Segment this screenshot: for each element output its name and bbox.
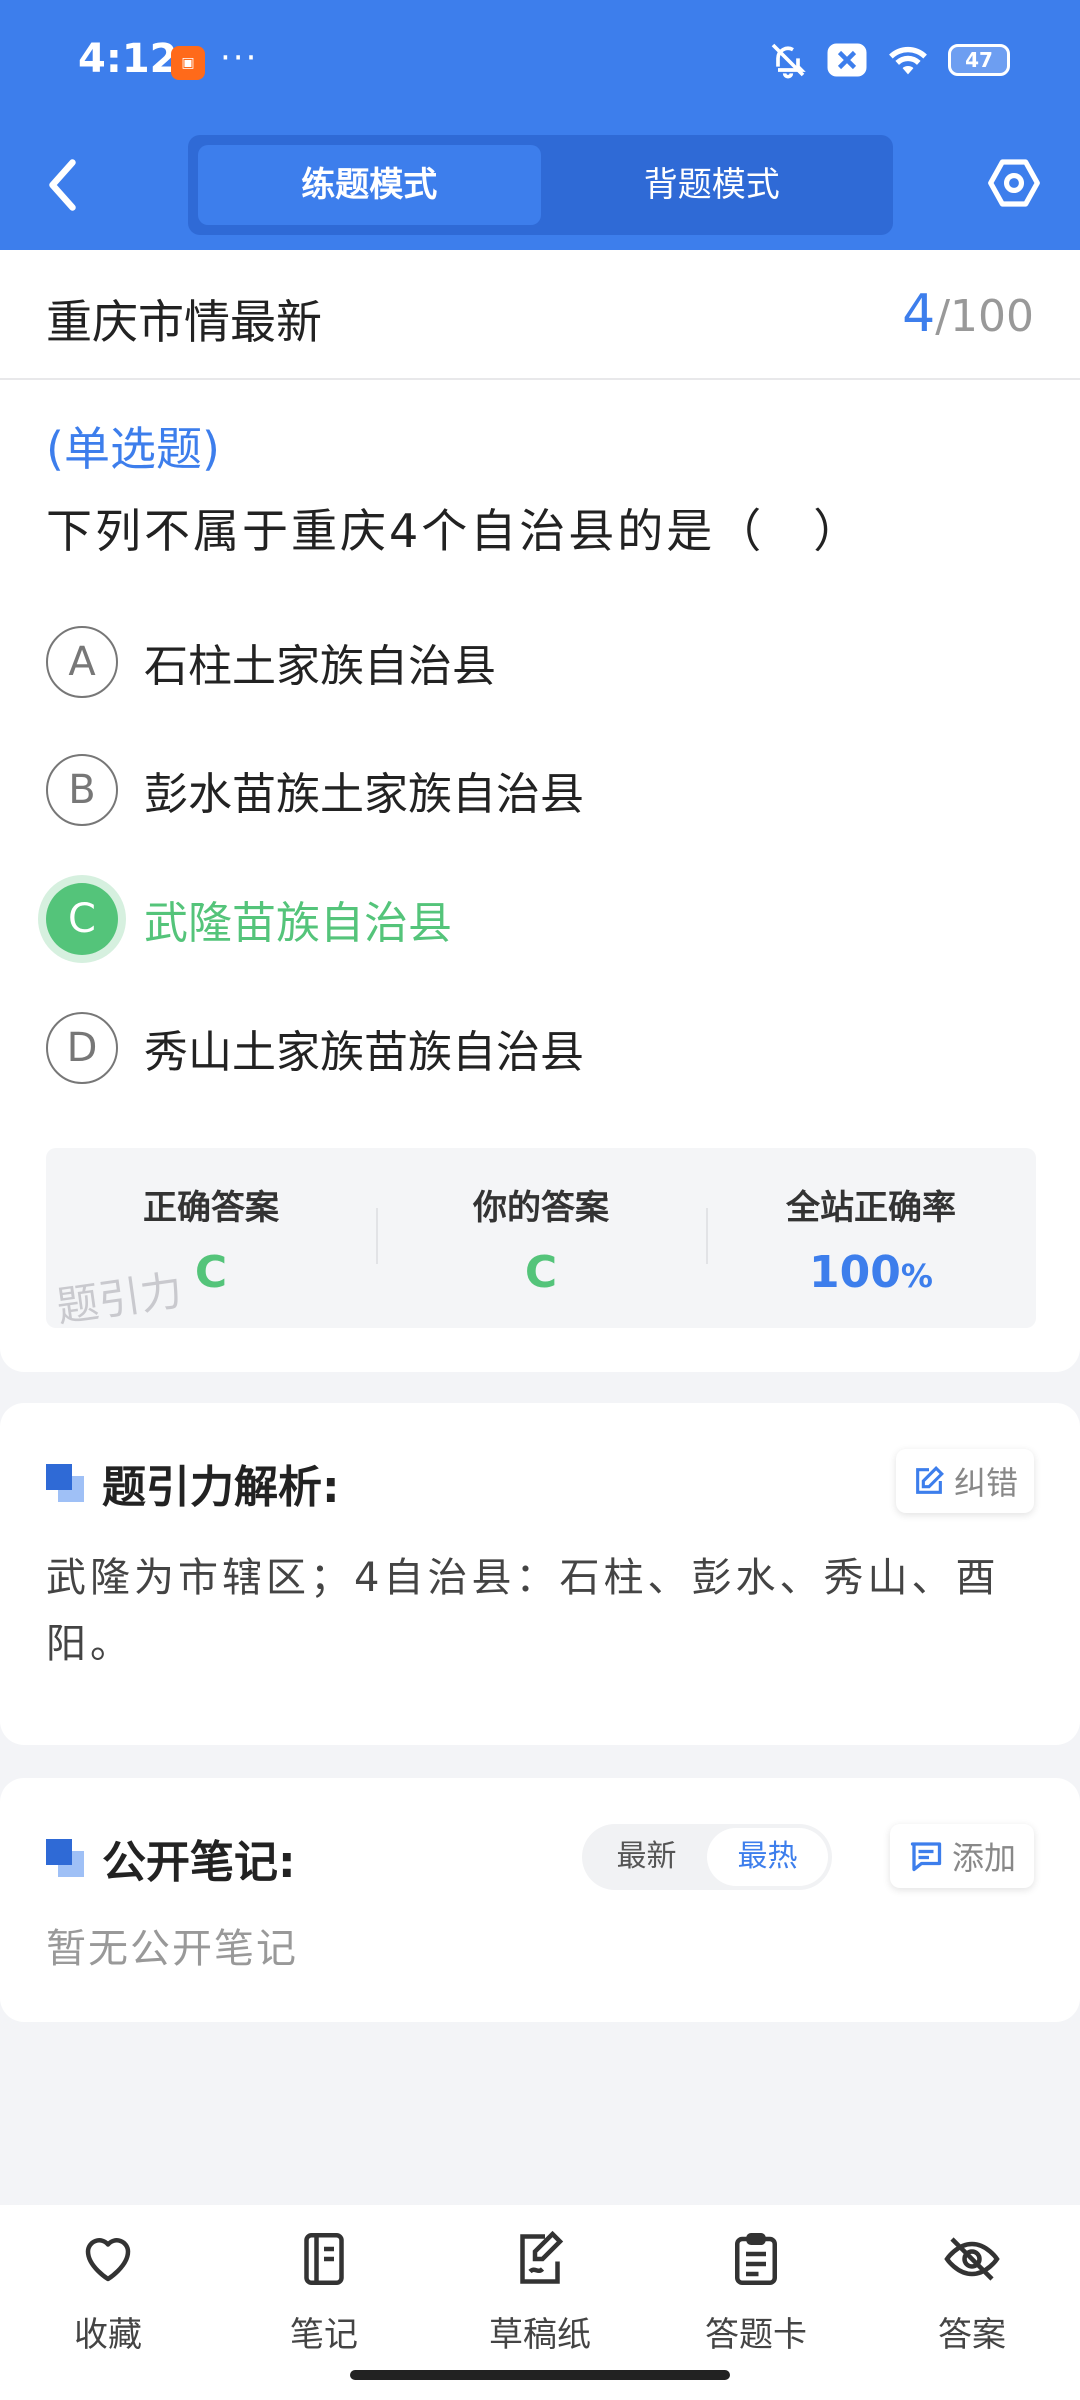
tab-practice-mode[interactable]: 练题模式 xyxy=(198,145,541,225)
subject-row: 重庆市情最新 4/100 xyxy=(0,250,1080,380)
question-type: (单选题) xyxy=(46,422,220,476)
status-bar: 4:12 ▣ ··· 47 xyxy=(0,0,1080,125)
subject-title: 重庆市情最新 xyxy=(46,295,322,349)
option-text: 秀山土家族苗族自治县 xyxy=(144,1027,584,1078)
eye-off-icon xyxy=(944,2237,1000,2281)
answer-sheet-icon xyxy=(735,2233,777,2285)
option-text: 武隆苗族自治县 xyxy=(144,898,452,949)
comment-icon xyxy=(910,1842,942,1872)
favorite-button[interactable]: 收藏 xyxy=(0,2205,216,2400)
your-answer-label: 你的答案 xyxy=(473,1188,609,1228)
answer-summary: 正确答案 C 你的答案 C 全站正确率 100% xyxy=(46,1148,1036,1328)
explanation-title-text: 题引力解析: xyxy=(102,1462,340,1513)
your-answer-value: C xyxy=(524,1247,558,1298)
question-progress: 4/100 xyxy=(902,284,1034,344)
notes-label: 笔记 xyxy=(290,2315,358,2355)
draft-paper-icon xyxy=(520,2230,564,2284)
back-button[interactable] xyxy=(40,155,90,215)
report-error-label: 纠错 xyxy=(953,1464,1018,1502)
question-card: 重庆市情最新 4/100 (单选题) 下列不属于重庆4个自治县的是（ ） A 石柱… xyxy=(0,250,1080,1372)
heart-icon xyxy=(85,2238,131,2282)
mode-switch: 练题模式 背题模式 xyxy=(188,135,893,235)
option-letter: D xyxy=(46,1012,118,1084)
option-letter: A xyxy=(46,626,118,698)
question-body: 下列不属于重庆4个自治县的是（ ） xyxy=(46,504,863,558)
wifi-icon xyxy=(889,46,927,75)
report-error-button[interactable]: 纠错 xyxy=(896,1449,1034,1513)
explanation-text: 武隆为市辖区；4自治县：石柱、彭水、秀山、酉阳。 xyxy=(46,1555,1000,1667)
site-accuracy-unit: % xyxy=(900,1257,933,1295)
notebook-icon xyxy=(304,2233,344,2285)
app-notification-icon: ▣ xyxy=(171,46,205,80)
section-square-icon xyxy=(46,1839,84,1877)
settings-button[interactable] xyxy=(986,155,1042,211)
battery-icon: 47 xyxy=(948,44,1010,76)
sort-hottest[interactable]: 最热 xyxy=(707,1828,828,1886)
add-note-button[interactable]: 添加 xyxy=(890,1824,1034,1888)
tab-memorize-mode[interactable]: 背题模式 xyxy=(541,145,884,225)
your-answer: 你的答案 C xyxy=(376,1148,706,1328)
option-b[interactable]: B 彭水苗族土家族自治县 xyxy=(46,750,584,830)
option-d[interactable]: D 秀山土家族苗族自治县 xyxy=(46,1008,584,1088)
add-note-label: 添加 xyxy=(951,1839,1016,1877)
option-letter: C xyxy=(46,883,118,955)
favorite-label: 收藏 xyxy=(74,2315,142,2355)
mute-bell-icon xyxy=(771,43,806,79)
public-notes-card: 公开笔记: 最新 最热 添加 暂无公开笔记 xyxy=(0,1778,1080,2022)
answer-sheet-label: 答题卡 xyxy=(705,2315,807,2355)
option-text: 彭水苗族土家族自治县 xyxy=(144,769,584,820)
site-accuracy-label: 全站正确率 xyxy=(786,1188,956,1228)
site-accuracy-value: 100% xyxy=(706,1247,1036,1298)
explanation-card: 题引力解析: 纠错 武隆为市辖区；4自治县：石柱、彭水、秀山、酉阳。 xyxy=(0,1403,1080,1745)
status-icons: 47 xyxy=(768,40,1010,80)
option-c[interactable]: C 武隆苗族自治县 xyxy=(46,879,452,959)
notes-sort-toggle: 最新 最热 xyxy=(582,1824,832,1890)
correct-answer-label: 正确答案 xyxy=(143,1188,279,1228)
option-a[interactable]: A 石柱土家族自治县 xyxy=(46,622,496,702)
site-accuracy: 全站正确率 100% xyxy=(706,1148,1036,1328)
home-indicator[interactable] xyxy=(350,2370,730,2380)
hexagon-settings-icon xyxy=(988,159,1040,207)
empty-notes-text: 暂无公开笔记 xyxy=(46,1926,298,1972)
option-text: 石柱土家族自治县 xyxy=(144,641,496,692)
question-text: (单选题) 下列不属于重庆4个自治县的是（ ） xyxy=(46,408,1036,572)
status-time: 4:12 xyxy=(78,36,178,82)
progress-current: 4 xyxy=(902,284,936,344)
close-notification-icon xyxy=(827,43,867,77)
draft-paper-label: 草稿纸 xyxy=(489,2315,591,2355)
notes-title: 公开笔记: xyxy=(46,1826,296,1890)
explanation-title: 题引力解析: xyxy=(46,1451,340,1515)
section-square-icon xyxy=(46,1464,84,1502)
show-answer-button[interactable]: 答案 xyxy=(864,2205,1080,2400)
notes-title-text: 公开笔记: xyxy=(102,1837,296,1888)
more-notifications-icon: ··· xyxy=(220,38,259,78)
chevron-left-icon xyxy=(49,159,76,211)
app-header: 4:12 ▣ ··· 47 练题模式 背题模式 xyxy=(0,0,1080,250)
sort-latest[interactable]: 最新 xyxy=(586,1828,707,1886)
progress-total: /100 xyxy=(935,291,1034,342)
show-answer-label: 答案 xyxy=(938,2315,1006,2355)
option-letter: B xyxy=(46,754,118,826)
site-accuracy-number: 100 xyxy=(809,1247,901,1298)
edit-icon xyxy=(916,1466,944,1494)
